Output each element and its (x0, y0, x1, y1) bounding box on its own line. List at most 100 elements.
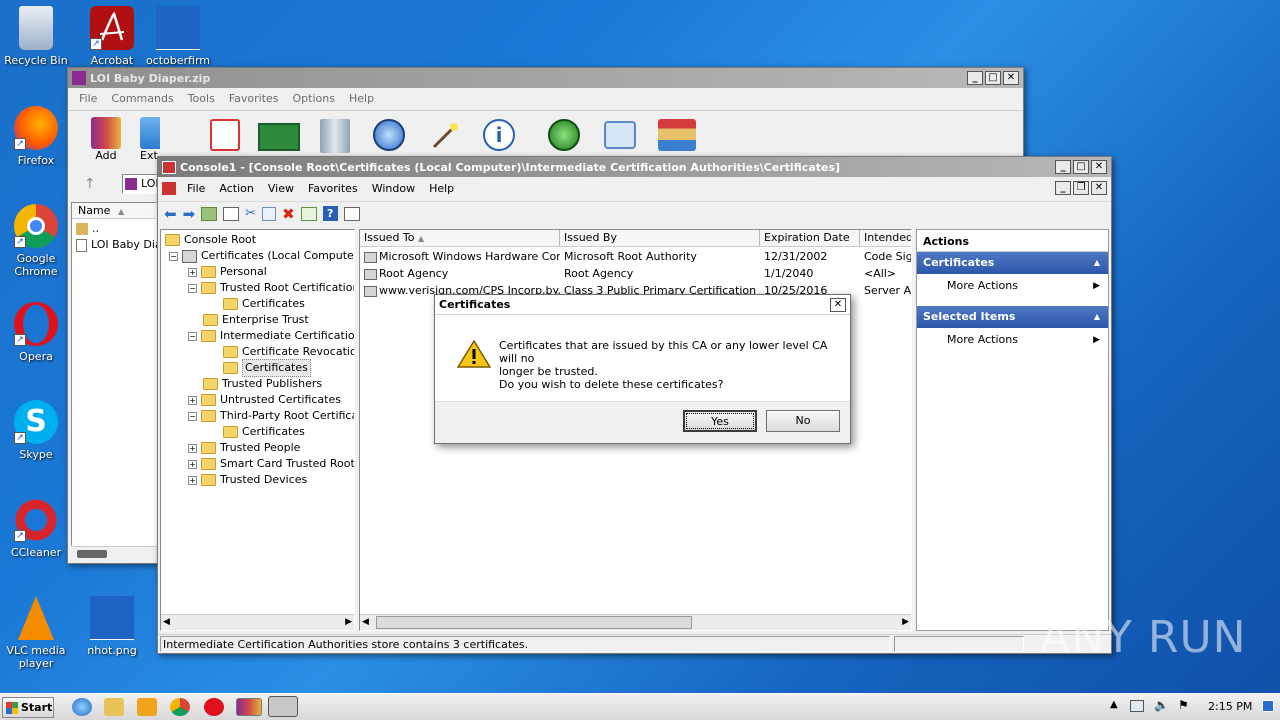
menu-help[interactable]: Help (342, 92, 381, 105)
action-center-flag-icon[interactable]: ⚑ (1178, 698, 1189, 712)
expand-icon[interactable]: + (188, 443, 197, 453)
tree-crl[interactable]: Certificate Revocation I (223, 344, 354, 360)
maximize-button[interactable]: □ (985, 71, 1001, 85)
export-list-icon[interactable] (300, 206, 317, 221)
tree-trusted-publishers[interactable]: Trusted Publishers (203, 376, 322, 392)
tree-enterprise-trust[interactable]: Enterprise Trust (203, 312, 309, 328)
network-icon[interactable] (1130, 700, 1144, 712)
tree-third-party-certificates[interactable]: Certificates (223, 424, 305, 440)
menu-action[interactable]: Action (212, 182, 260, 195)
delete-icon[interactable]: ✖ (282, 205, 295, 223)
forward-arrow-icon[interactable]: ➡ (183, 205, 196, 223)
action-more-actions[interactable]: More Actions ▶ (917, 330, 1108, 350)
expand-icon[interactable]: + (188, 475, 197, 485)
scroll-right-icon[interactable]: ▶ (902, 617, 909, 627)
collapse-icon[interactable]: − (188, 411, 197, 421)
menu-commands[interactable]: Commands (104, 92, 180, 105)
desktop-icon-nhot[interactable]: nhot.png (76, 596, 148, 657)
chrome-taskbar-icon[interactable] (170, 698, 190, 716)
show-desktop-button[interactable] (1262, 700, 1274, 712)
menu-file[interactable]: File (72, 92, 104, 105)
menu-view[interactable]: View (261, 182, 301, 195)
delete-confirm-dialog[interactable]: Certificates ✕ Certificates that are iss… (434, 294, 851, 444)
desktop-icon-vlc[interactable]: VLC media player (0, 596, 72, 670)
test-button[interactable] (210, 119, 240, 151)
address-field[interactable]: LOI (122, 174, 162, 194)
comment-button[interactable] (604, 121, 636, 149)
desktop-icon-ccleaner[interactable]: ↗ CCleaner (0, 498, 72, 559)
copy-icon[interactable] (262, 206, 277, 221)
winrar-taskbar-icon[interactable] (236, 698, 262, 716)
tree-untrusted[interactable]: + Untrusted Certificates (188, 392, 341, 408)
properties-icon[interactable] (343, 206, 360, 221)
mmc-taskbar-icon[interactable] (268, 696, 298, 717)
back-arrow-icon[interactable]: ⬅ (164, 205, 177, 223)
scroll-left-icon[interactable]: ◀ (163, 617, 170, 627)
actions-group-certificates[interactable]: Certificates ▲ (917, 252, 1108, 274)
tree-trusted-root[interactable]: − Trusted Root Certification A (188, 280, 354, 296)
desktop-icon-chrome[interactable]: ↗ Google Chrome (0, 204, 72, 278)
tree-third-party-root[interactable]: − Third-Party Root Certificatio (188, 408, 354, 424)
tree-console-root[interactable]: Console Root (165, 232, 256, 248)
desktop-icon-opera[interactable]: ↗ Opera (0, 302, 72, 363)
column-intended[interactable]: Intended (860, 230, 911, 246)
collapse-icon[interactable]: − (169, 251, 178, 261)
volume-icon[interactable]: 🔈 (1154, 698, 1169, 712)
wizard-button[interactable] (430, 119, 462, 151)
menu-file[interactable]: File (180, 182, 212, 195)
up-arrow-icon[interactable]: ↑ (84, 176, 96, 192)
table-row[interactable]: Microsoft Windows Hardware Com... Micros… (360, 248, 911, 265)
menu-help[interactable]: Help (422, 182, 461, 195)
dialog-close-button[interactable]: ✕ (830, 297, 846, 312)
find-button[interactable] (373, 119, 405, 151)
table-row[interactable]: Root Agency Root Agency 1/1/2040 <All> (360, 265, 911, 282)
add-button[interactable]: Add (88, 117, 124, 167)
tree-smart-card[interactable]: + Smart Card Trusted Roots (188, 456, 354, 472)
tree-certificates-local[interactable]: − Certificates (Local Computer) (169, 248, 354, 264)
cut-icon[interactable]: ✂ (245, 206, 256, 221)
help-icon[interactable]: ? (322, 206, 338, 221)
tree-trusted-root-certificates[interactable]: Certificates (223, 296, 305, 312)
tree-trusted-devices[interactable]: + Trusted Devices (188, 472, 307, 488)
menu-window[interactable]: Window (365, 182, 422, 195)
action-more-actions[interactable]: More Actions ▶ (917, 276, 1108, 296)
mmc-titlebar[interactable]: Console1 - [Console Root\Certificates (L… (158, 157, 1111, 177)
actions-group-selected-items[interactable]: Selected Items ▲ (917, 306, 1108, 328)
minimize-button[interactable]: _ (1055, 160, 1071, 174)
media-player-taskbar-icon[interactable] (137, 698, 157, 716)
up-folder-icon[interactable] (201, 206, 218, 221)
info-button[interactable]: i (483, 119, 515, 151)
expand-icon[interactable]: + (188, 395, 197, 405)
desktop-icon-octoberfirm[interactable]: octoberfirm (142, 6, 214, 67)
menu-favorites[interactable]: Favorites (222, 92, 286, 105)
expand-icon[interactable]: + (188, 267, 197, 277)
list-item[interactable]: .. (76, 221, 99, 237)
tree-trusted-people[interactable]: + Trusted People (188, 440, 300, 456)
tree-intermediate-ca[interactable]: − Intermediate Certification A (188, 328, 354, 344)
clock-time[interactable]: 2:15 PM (1208, 700, 1252, 713)
scroll-left-icon[interactable]: ◀ (362, 617, 369, 627)
child-close-button[interactable]: ✕ (1091, 181, 1107, 195)
list-item[interactable]: LOI Baby Dia (76, 237, 162, 253)
close-button[interactable]: ✕ (1003, 71, 1019, 85)
expand-icon[interactable]: + (188, 459, 197, 469)
start-button[interactable]: Start (2, 697, 54, 718)
menu-tools[interactable]: Tools (181, 92, 222, 105)
child-restore-button[interactable]: ❐ (1073, 181, 1089, 195)
tree-personal[interactable]: + Personal (188, 264, 267, 280)
tree-intermediate-certificates[interactable]: Certificates (223, 359, 311, 377)
menu-favorites[interactable]: Favorites (301, 182, 365, 195)
view-button[interactable] (258, 123, 300, 151)
tree-hscrollbar[interactable]: ◀ ▶ (161, 614, 354, 630)
yes-button[interactable]: Yes (683, 410, 757, 432)
explorer-taskbar-icon[interactable] (104, 698, 124, 716)
child-minimize-button[interactable]: _ (1055, 181, 1071, 195)
list-hscrollbar[interactable]: ◀ ▶ (360, 614, 911, 630)
desktop-icon-firefox[interactable]: ↗ Firefox (0, 106, 72, 167)
desktop-icon-recycle-bin[interactable]: Recycle Bin (0, 6, 72, 67)
ie-taskbar-icon[interactable] (72, 698, 92, 716)
winrar-file-list[interactable]: Name ▲ .. LOI Baby Dia (71, 202, 162, 546)
show-hide-tree-icon[interactable] (223, 206, 240, 221)
collapse-icon[interactable]: − (188, 331, 197, 341)
scroll-thumb[interactable] (376, 616, 692, 629)
